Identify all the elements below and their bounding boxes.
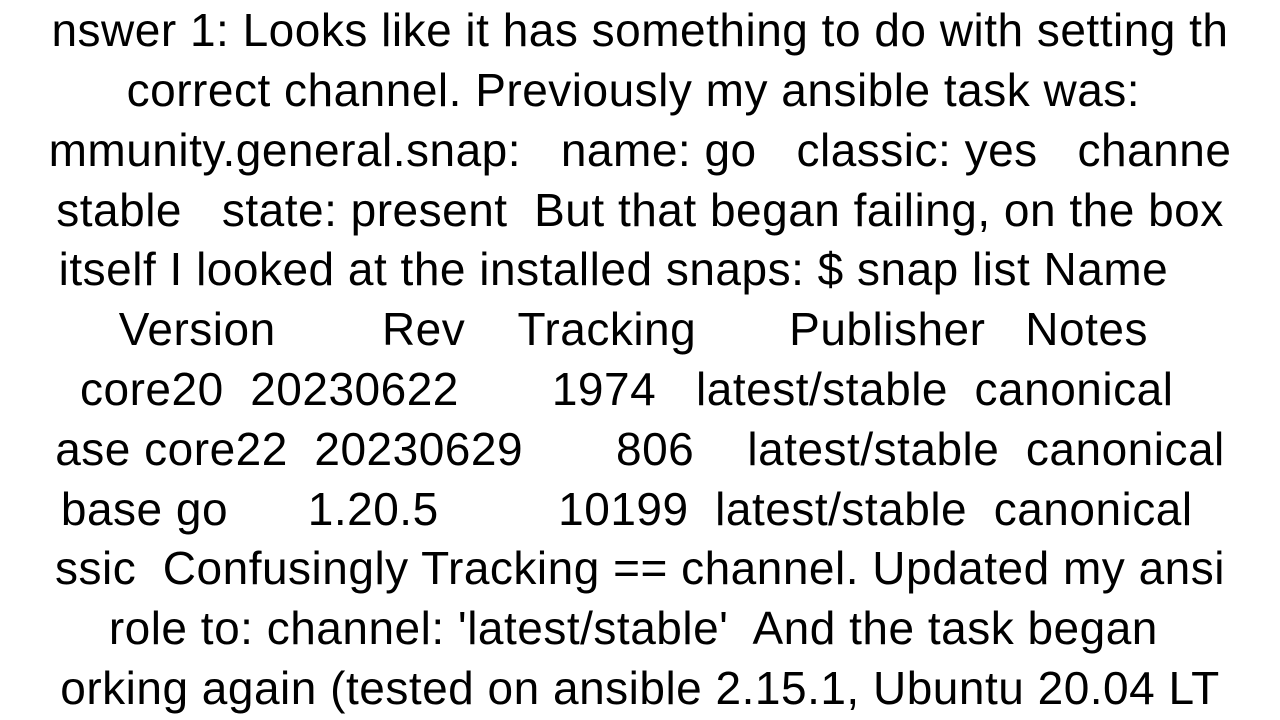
document-text: nswer 1: Looks like it has something to … (0, 0, 1280, 720)
